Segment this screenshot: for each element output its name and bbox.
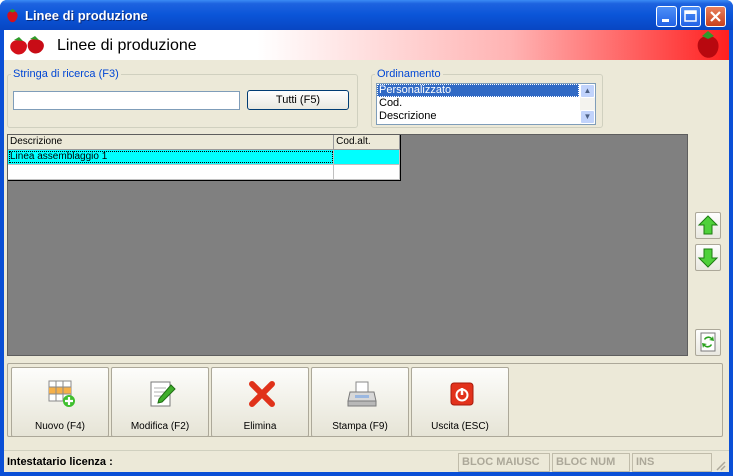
strawberry-icon xyxy=(7,9,18,23)
num-lock-indicator: BLOC NUM xyxy=(552,453,630,472)
maximize-button[interactable] xyxy=(680,6,701,27)
table-cell[interactable] xyxy=(334,165,400,179)
close-icon xyxy=(710,11,721,22)
refresh-button[interactable] xyxy=(695,329,721,356)
delete-button-label: Elimina xyxy=(243,421,277,432)
strawberry-logo-icon xyxy=(697,31,719,58)
ordering-option-personalizzato[interactable]: Personalizzato xyxy=(377,84,579,97)
table-cell[interactable] xyxy=(334,150,400,164)
maximize-icon xyxy=(684,10,697,22)
minimize-icon xyxy=(662,19,669,22)
green-arrow-down-icon xyxy=(697,248,719,268)
exit-button[interactable]: Uscita (ESC) xyxy=(411,367,509,437)
close-button[interactable] xyxy=(705,6,726,27)
column-header-cod-alt[interactable]: Cod.alt. xyxy=(334,135,400,149)
search-input[interactable] xyxy=(13,91,240,110)
action-toolbar: Nuovo (F4) Modifica (F2) Elimina Stampa … xyxy=(7,363,723,437)
grid-area: Descrizione Cod.alt. Linea assemblaggio … xyxy=(7,134,688,356)
print-button-label: Stampa (F9) xyxy=(332,421,388,432)
scroll-down-arrow-icon[interactable]: ▼ xyxy=(580,110,595,124)
refresh-document-icon xyxy=(700,332,716,352)
column-header-descrizione[interactable]: Descrizione xyxy=(8,135,335,149)
table-cell[interactable] xyxy=(8,165,335,179)
window-title: Linee di produzione xyxy=(25,8,148,23)
delete-button[interactable]: Elimina xyxy=(211,367,309,437)
new-button-label: Nuovo (F4) xyxy=(34,421,85,432)
printer-icon xyxy=(347,381,377,407)
caps-lock-indicator: BLOC MAIUSC xyxy=(458,453,550,472)
edit-button-label: Modifica (F2) xyxy=(130,421,190,432)
show-all-button[interactable]: Tutti (F5) xyxy=(247,90,349,110)
header-band: Linee di produzione xyxy=(4,30,729,60)
move-down-button[interactable] xyxy=(695,244,721,271)
client-area: Linee di produzione Stringa di ricerca (… xyxy=(4,30,729,472)
exit-button-label: Uscita (ESC) xyxy=(431,421,489,432)
table-cell[interactable]: Linea assemblaggio 1 xyxy=(8,150,335,164)
grid-header: Descrizione Cod.alt. xyxy=(8,135,400,150)
data-grid[interactable]: Descrizione Cod.alt. Linea assemblaggio … xyxy=(8,135,401,181)
search-legend: Stringa di ricerca (F3) xyxy=(13,68,119,80)
edit-document-icon xyxy=(150,381,176,407)
title-bar[interactable]: Linee di produzione xyxy=(0,0,733,30)
ordering-option-cod[interactable]: Cod. xyxy=(377,97,579,110)
table-row[interactable]: Linea assemblaggio 1 xyxy=(8,150,400,165)
ordering-scrollbar[interactable]: ▲ ▼ xyxy=(580,84,595,124)
move-up-button[interactable] xyxy=(695,212,721,239)
delete-x-icon xyxy=(249,381,275,407)
insert-indicator: INS xyxy=(632,453,712,472)
minimize-button[interactable] xyxy=(656,6,677,27)
license-holder-label: Intestatario licenza : xyxy=(7,456,113,468)
page-title: Linee di produzione xyxy=(57,37,197,54)
table-row[interactable] xyxy=(8,165,400,180)
new-button[interactable]: Nuovo (F4) xyxy=(11,367,109,437)
status-bar: Intestatario licenza : BLOC MAIUSC BLOC … xyxy=(4,450,729,472)
add-table-icon xyxy=(48,380,75,407)
scroll-up-arrow-icon[interactable]: ▲ xyxy=(580,84,595,98)
print-button[interactable]: Stampa (F9) xyxy=(311,367,409,437)
ordering-listbox[interactable]: Personalizzato Cod. Descrizione ▲ ▼ xyxy=(376,83,596,125)
edit-button[interactable]: Modifica (F2) xyxy=(111,367,209,437)
ordering-option-descrizione[interactable]: Descrizione xyxy=(377,110,579,123)
ordering-legend: Ordinamento xyxy=(377,68,441,80)
strawberries-icon xyxy=(10,36,44,55)
app-window: Linee di produzione Linee di produzione … xyxy=(0,0,733,476)
power-icon xyxy=(450,382,474,406)
resize-grip-icon[interactable] xyxy=(714,459,726,471)
green-arrow-up-icon xyxy=(697,215,719,235)
